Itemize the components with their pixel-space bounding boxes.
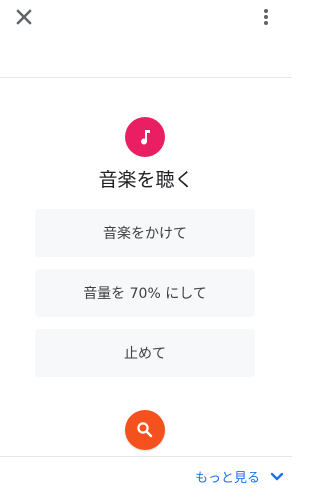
top-bar: [0, 0, 292, 78]
suggestion-chip[interactable]: 音楽をかけて: [35, 209, 255, 257]
suggestion-label: 止めて: [124, 346, 166, 362]
music-feature-badge: [125, 117, 165, 157]
more-vert-icon: [264, 9, 268, 25]
close-icon: [16, 9, 32, 25]
suggestion-chip[interactable]: 音量を 70% にして: [35, 269, 255, 317]
search-icon: [137, 422, 153, 438]
suggestion-label: 音量を 70% にして: [83, 286, 207, 302]
bottom-bar: もっと見る: [0, 456, 292, 500]
search-button[interactable]: [125, 410, 165, 450]
see-more-link[interactable]: もっと見る: [195, 467, 284, 486]
suggestion-chip[interactable]: 止めて: [35, 329, 255, 377]
suggestion-label: 音楽をかけて: [103, 226, 187, 242]
music-note-icon: [141, 130, 150, 145]
assistant-screen: 音楽を聴く 音楽をかけて 音量を 70% にして 止めて もっと見る: [0, 0, 292, 500]
chevron-down-icon: [270, 470, 284, 484]
see-more-label: もっと見る: [194, 471, 260, 486]
close-button[interactable]: [12, 5, 36, 29]
feature-title: 音楽を聴く: [98, 169, 194, 191]
more-options-button[interactable]: [254, 5, 278, 29]
